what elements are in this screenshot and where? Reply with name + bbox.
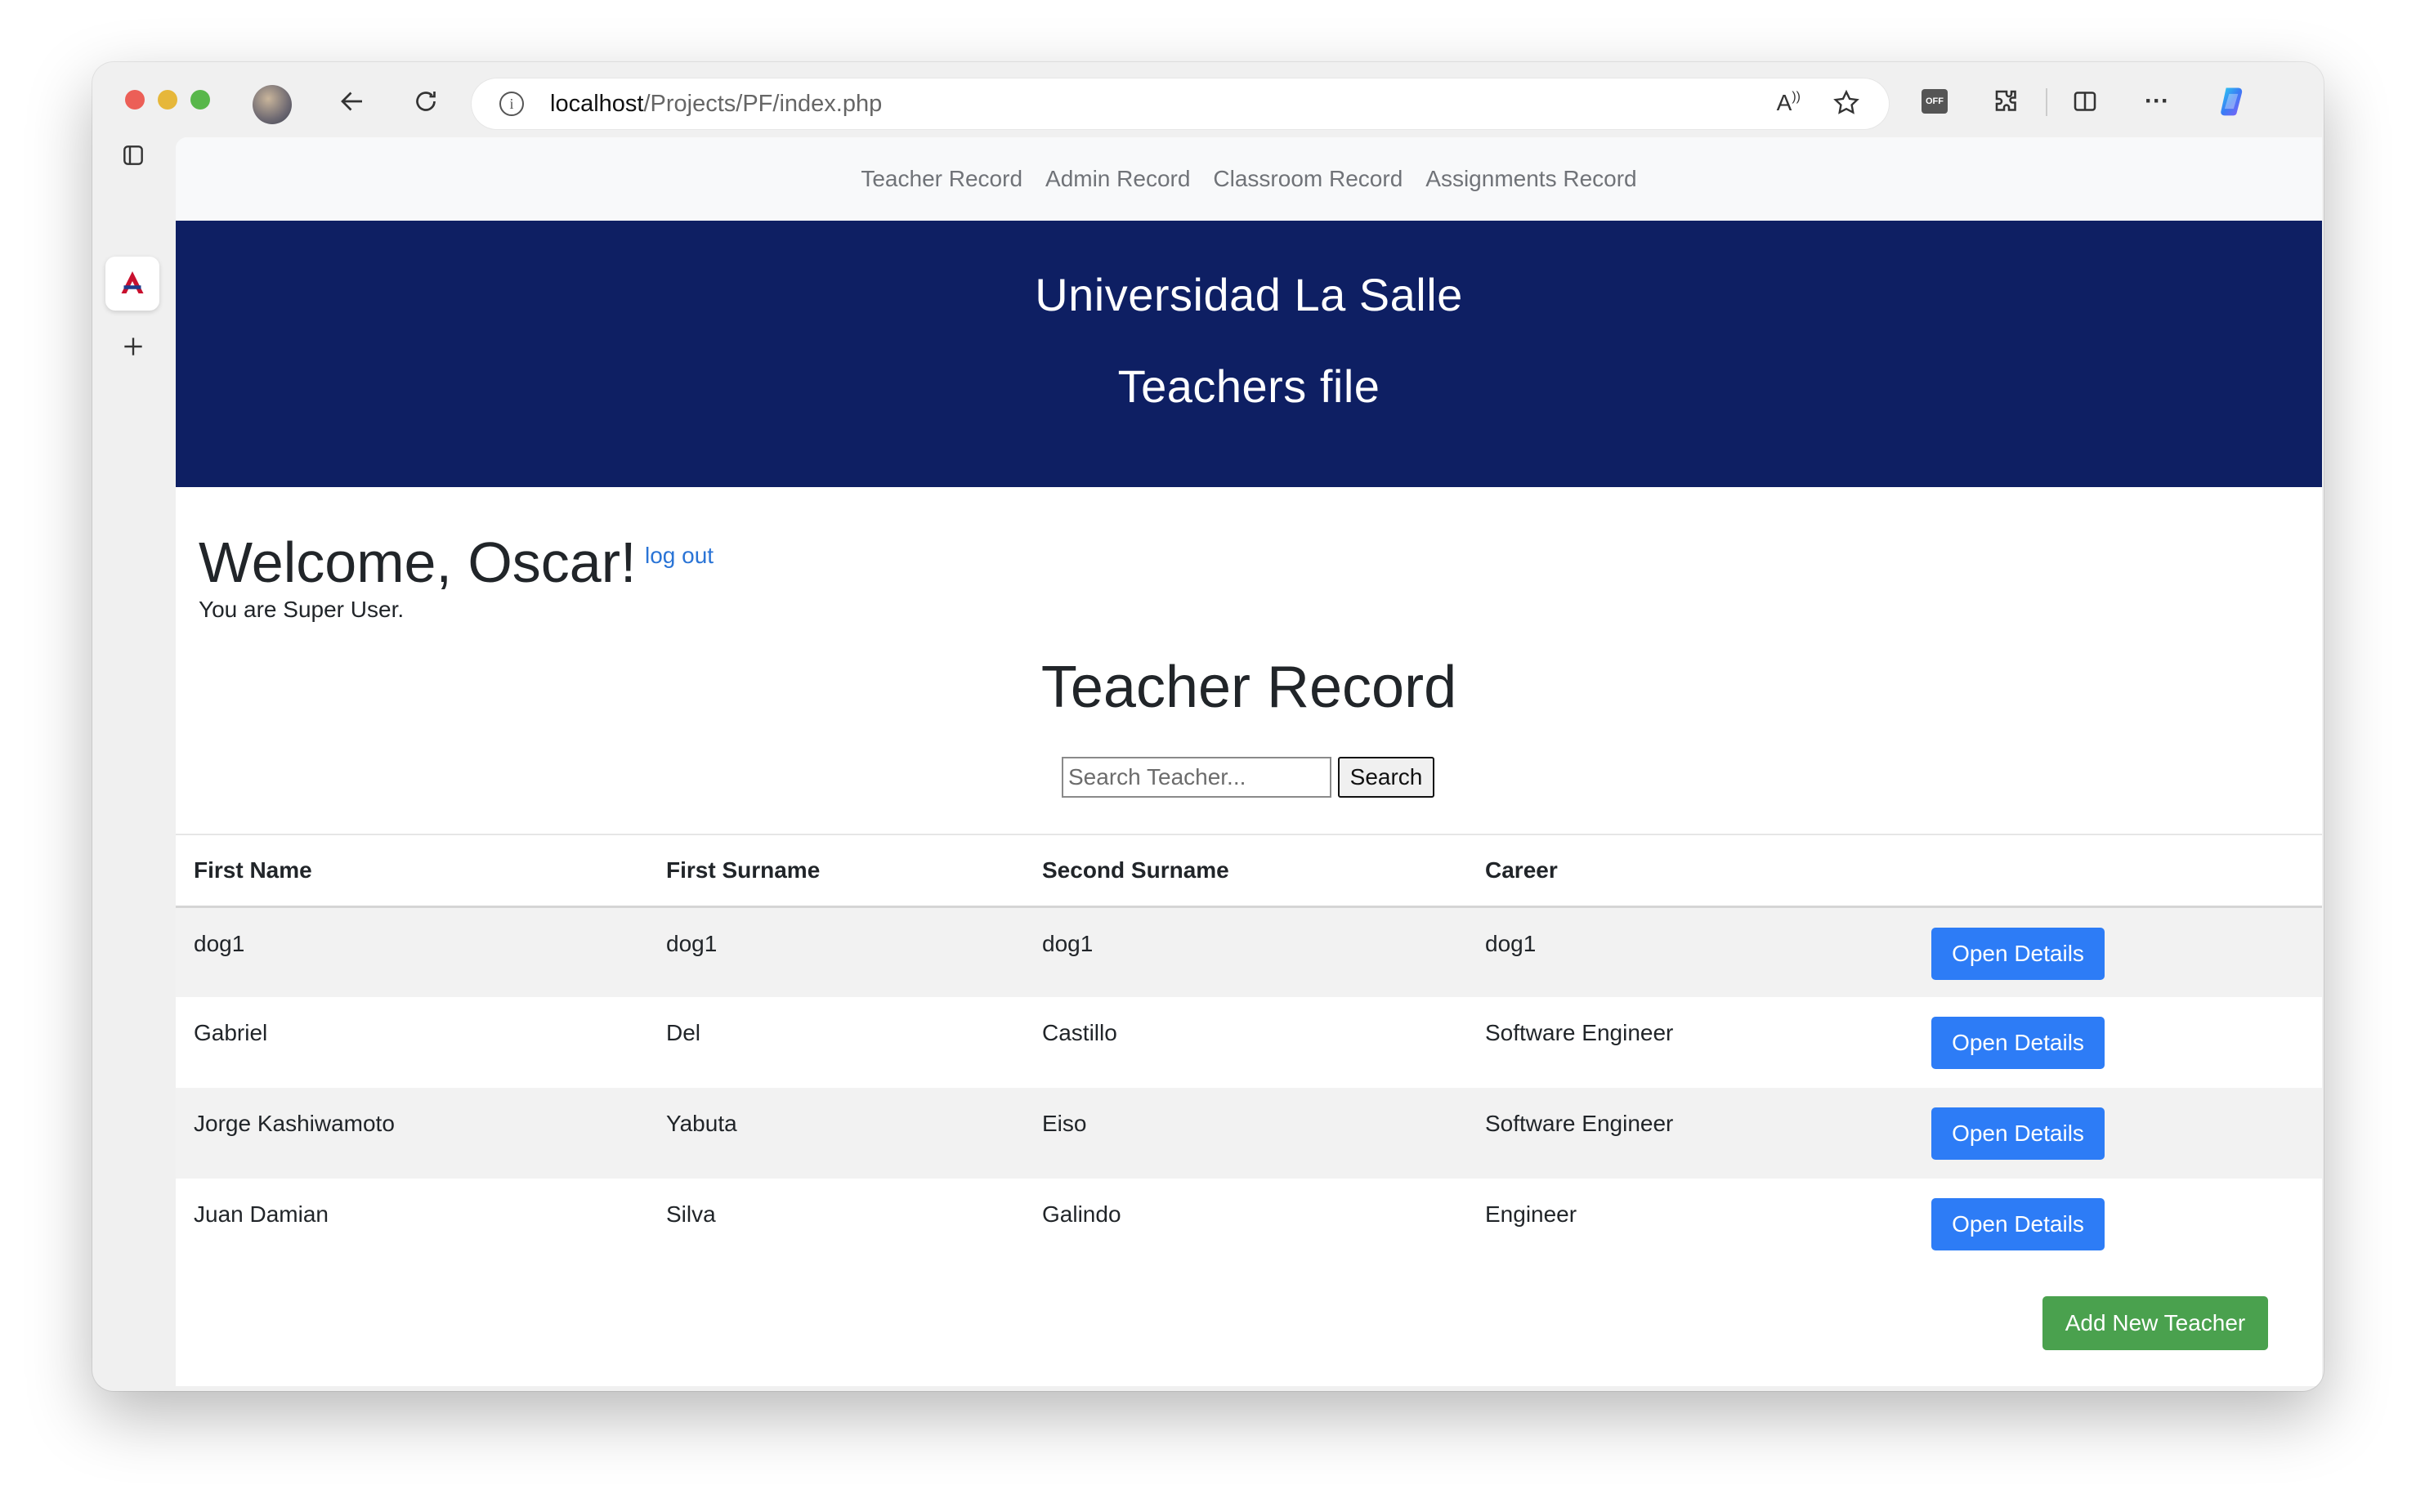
cell-second-surname: Galindo (1042, 1201, 1121, 1227)
split-screen-icon[interactable] (2067, 83, 2103, 119)
cell-actions: Open Details (1913, 1179, 2322, 1269)
open-details-button[interactable]: Open Details (1931, 1198, 2105, 1250)
cell-actions: Open Details (1913, 1088, 2322, 1179)
refresh-icon[interactable] (408, 83, 444, 119)
close-window-button[interactable] (125, 90, 145, 110)
more-options-icon[interactable]: ··· (2139, 83, 2175, 119)
cell-actions: Open Details (1913, 997, 2322, 1088)
cell-second-surname: Eiso (1024, 1088, 1467, 1179)
column-header-second-surname: Second Surname (1024, 834, 1467, 908)
active-tab-favicon[interactable] (105, 257, 159, 311)
window-controls (125, 90, 210, 110)
browser-window: i localhost/Projects/PF/index.php A)) OF… (92, 62, 2324, 1391)
open-details-button[interactable]: Open Details (1931, 927, 2105, 980)
welcome-heading: Welcome, Oscar! (199, 530, 637, 594)
cell-first-name: dog1 (176, 906, 648, 997)
cell-second-surname: dog1 (1024, 906, 1467, 997)
table-row: Gabriel Del Castillo Software Engineer O… (176, 997, 2322, 1088)
read-aloud-icon[interactable]: A)) (1777, 90, 1801, 116)
cell-first-name: Juan Damian (194, 1201, 329, 1227)
column-header-actions (1913, 834, 2322, 908)
profile-avatar[interactable] (253, 85, 292, 124)
cell-career: Software Engineer (1485, 1020, 1674, 1045)
tab-actions-icon[interactable] (115, 137, 151, 173)
cell-career: dog1 (1467, 906, 1913, 997)
maximize-window-button[interactable] (190, 90, 210, 110)
cell-first-surname: Del (666, 1020, 701, 1045)
table-row: Juan Damian Silva Galindo Engineer Open … (176, 1179, 2322, 1269)
table-row: dog1 dog1 dog1 dog1 Open Details (176, 906, 2322, 997)
cell-career: Engineer (1485, 1201, 1577, 1227)
toolbar-divider (2046, 88, 2047, 116)
search-teacher-input[interactable] (1062, 757, 1331, 798)
cell-first-surname: Yabuta (648, 1088, 1024, 1179)
table-row: Jorge Kashiwamoto Yabuta Eiso Software E… (176, 1088, 2322, 1179)
copilot-icon[interactable] (2214, 83, 2250, 119)
site-info-icon[interactable]: i (499, 92, 524, 116)
cell-actions: Open Details (1913, 906, 2322, 997)
user-role-text: You are Super User. (199, 597, 405, 622)
page-title: Teacher Record (1040, 655, 1457, 720)
top-navbar: Teacher Record Admin Record Classroom Re… (176, 137, 2322, 221)
open-details-button[interactable]: Open Details (1931, 1107, 2105, 1160)
favorite-star-icon[interactable] (1832, 88, 1861, 122)
column-header-career: Career (1467, 834, 1913, 908)
column-header-first-name: First Name (176, 834, 648, 908)
teacher-table: First Name First Surname Second Surname … (176, 834, 2322, 1269)
university-title: Universidad La Salle (1035, 269, 1463, 320)
new-tab-plus-icon[interactable] (115, 329, 151, 365)
extension-off-icon[interactable]: OFF (1917, 83, 1953, 119)
nav-assignments-record[interactable]: Assignments Record (1425, 166, 1636, 192)
cell-first-surname: Silva (666, 1201, 716, 1227)
cell-second-surname: Castillo (1042, 1020, 1117, 1045)
teachers-file-subtitle: Teachers file (1117, 360, 1380, 412)
nav-admin-record[interactable]: Admin Record (1045, 166, 1190, 192)
url-text: localhost/Projects/PF/index.php (550, 91, 883, 117)
nav-teacher-record[interactable]: Teacher Record (861, 166, 1022, 192)
cell-career: Software Engineer (1467, 1088, 1913, 1179)
open-details-button[interactable]: Open Details (1931, 1017, 2105, 1069)
cell-first-surname: dog1 (648, 906, 1024, 997)
back-arrow-icon[interactable] (334, 83, 370, 119)
minimize-window-button[interactable] (158, 90, 177, 110)
page-viewport: Teacher Record Admin Record Classroom Re… (176, 137, 2322, 1386)
column-header-first-surname: First Surname (648, 834, 1024, 908)
address-bar[interactable]: i localhost/Projects/PF/index.php A)) (472, 78, 1889, 129)
table-header-row: First Name First Surname Second Surname … (176, 834, 2322, 908)
browser-vertical-tabs (92, 136, 174, 1391)
add-new-teacher-button[interactable]: Add New Teacher (2042, 1296, 2268, 1350)
cell-first-name: Jorge Kashiwamoto (176, 1088, 648, 1179)
nav-classroom-record[interactable]: Classroom Record (1213, 166, 1403, 192)
header-banner: Universidad La Salle Teachers file (176, 221, 2322, 487)
logout-link[interactable]: log out (645, 543, 714, 569)
extensions-puzzle-icon[interactable] (1989, 83, 2025, 119)
la-salle-logo-icon (121, 271, 144, 293)
search-button[interactable]: Search (1338, 757, 1434, 798)
cell-first-name: Gabriel (194, 1020, 268, 1045)
